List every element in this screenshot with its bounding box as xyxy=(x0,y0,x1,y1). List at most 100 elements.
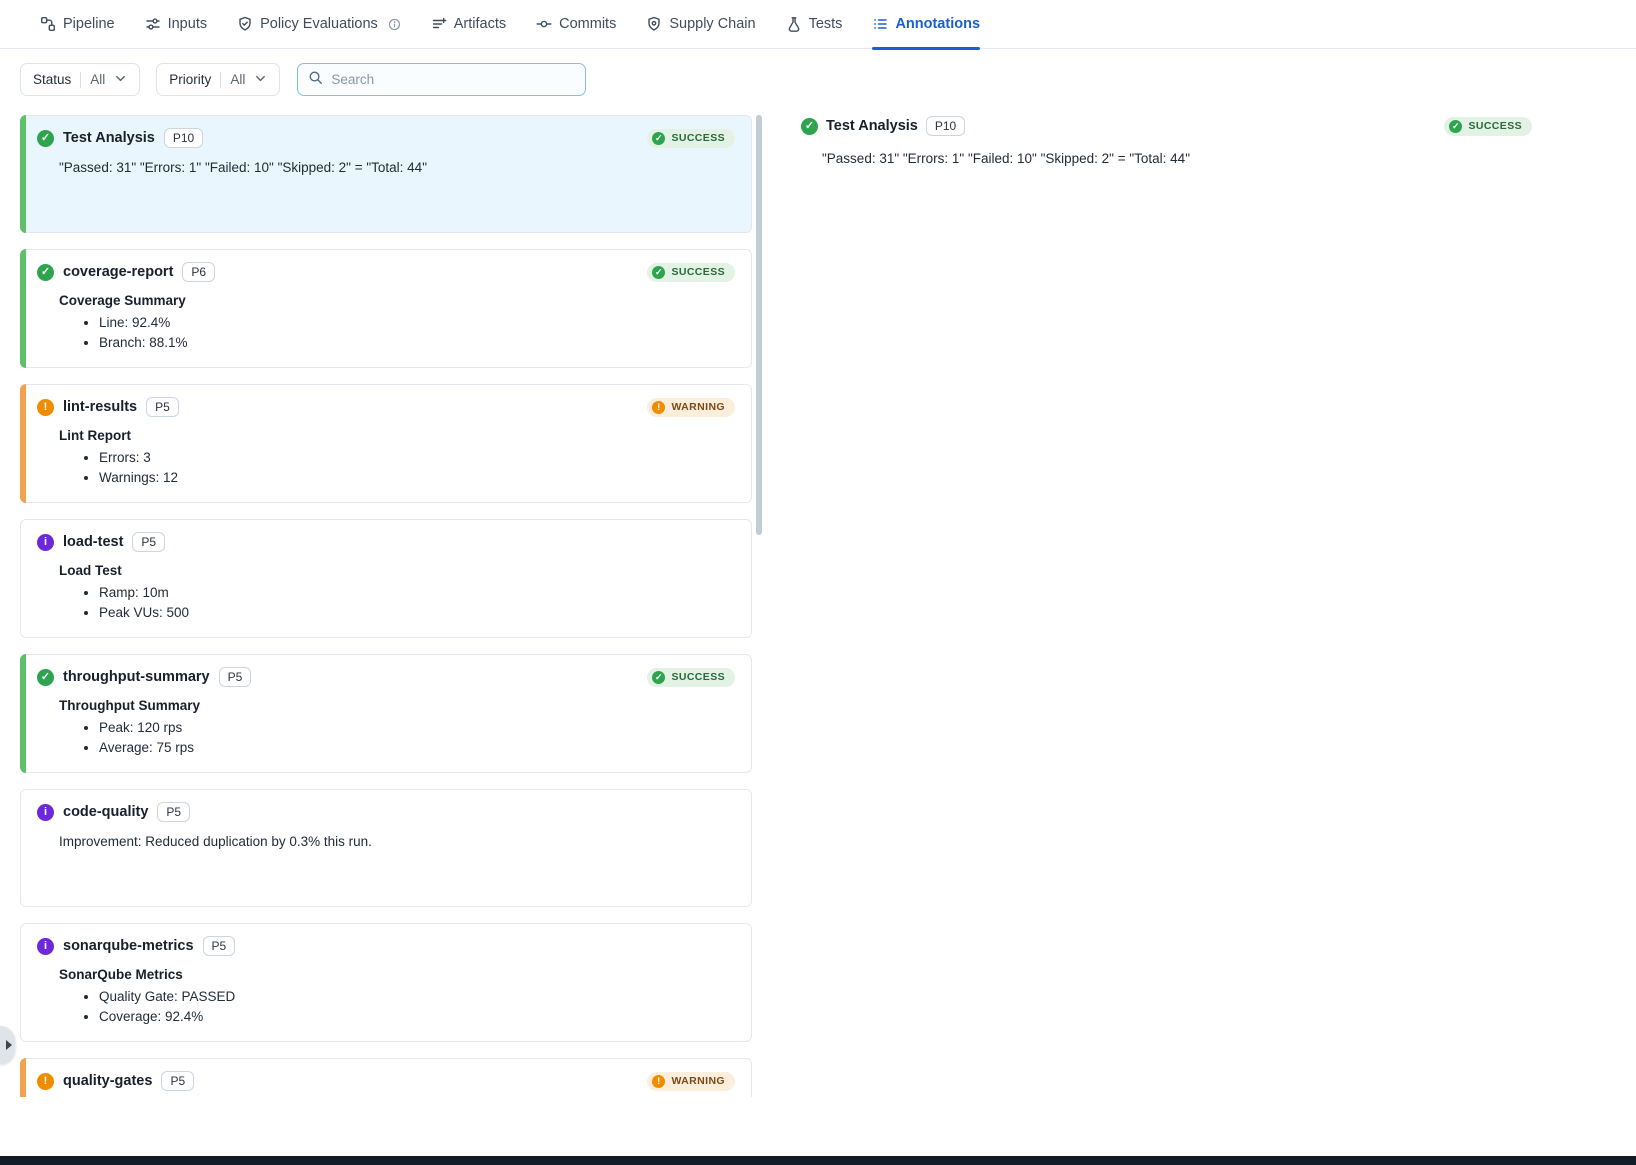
status-badge-label: SUCCESS xyxy=(671,132,725,144)
search-input[interactable] xyxy=(331,72,575,87)
annotation-card-header: ! quality-gates P5 ! WARNING xyxy=(37,1071,735,1091)
annotation-card[interactable]: ! quality-gates P5 ! WARNING Quality Gat… xyxy=(20,1058,752,1097)
annotation-card[interactable]: i code-quality P5 Improvement: Reduced d… xyxy=(20,789,752,907)
annotation-status-icon: i xyxy=(37,804,54,821)
status-badge: ✓ SUCCESS xyxy=(647,668,735,687)
tab-label: Pipeline xyxy=(63,16,115,32)
status-badge-label: WARNING xyxy=(671,401,725,413)
bullet-item: Errors: 3 xyxy=(99,450,735,465)
tab-annotations[interactable]: Annotations xyxy=(872,0,980,49)
list-scrollbar-track xyxy=(756,115,762,1097)
annotation-card-header: ✓ coverage-report P6 ✓ SUCCESS xyxy=(37,262,735,282)
priority-filter-dropdown[interactable]: Priority All xyxy=(156,63,280,96)
status-filter-dropdown[interactable]: Status All xyxy=(20,63,140,96)
annotation-bullets: Quality Gate: PASSED Coverage: 92.4% xyxy=(59,989,735,1024)
status-filter-label: Status xyxy=(33,72,71,87)
priority-chip: P5 xyxy=(157,802,190,822)
tab-policy-evaluations[interactable]: Policy Evaluations xyxy=(237,0,401,49)
annotation-card-body: "Passed: 31" "Errors: 1" "Failed: 10" "S… xyxy=(59,159,735,178)
tab-tests[interactable]: Tests xyxy=(786,0,843,49)
priority-chip: P5 xyxy=(219,667,252,687)
annotation-title: code-quality xyxy=(63,804,148,820)
status-badge-icon: ! xyxy=(652,401,665,414)
priority-chip: P5 xyxy=(161,1071,194,1091)
bullet-item: Warnings: 12 xyxy=(99,470,735,485)
divider xyxy=(80,72,81,88)
priority-chip: P5 xyxy=(203,936,236,956)
annotation-card-body: SonarQube Metrics Quality Gate: PASSED Co… xyxy=(59,967,735,1024)
sidebar-expand-button[interactable] xyxy=(0,1026,15,1064)
annotation-body-text: Improvement: Reduced duplication by 0.3%… xyxy=(59,833,735,852)
bullet-item: Coverage: 92.4% xyxy=(99,1009,735,1024)
divider xyxy=(220,72,221,88)
annotation-title: load-test xyxy=(63,534,123,550)
search-icon xyxy=(308,70,323,90)
annotation-card-header: ✓ Test Analysis P10 ✓ SUCCESS xyxy=(37,128,735,148)
status-badge-icon: ✓ xyxy=(652,671,665,684)
tab-label: Annotations xyxy=(895,16,980,32)
annotation-card-body: Lint Report Errors: 3 Warnings: 12 xyxy=(59,428,735,485)
priority-chip: P5 xyxy=(132,532,165,552)
tab-artifacts[interactable]: Artifacts xyxy=(431,0,506,49)
status-badge: ✓ SUCCESS xyxy=(647,129,735,148)
detail-priority-chip: P10 xyxy=(926,116,965,136)
annotation-title: lint-results xyxy=(63,399,137,415)
tab-label: Inputs xyxy=(168,16,208,32)
annotation-heading: Coverage Summary xyxy=(59,293,735,308)
annotation-title: quality-gates xyxy=(63,1073,152,1089)
tab-bar: Pipeline Inputs Policy Evaluations Artif… xyxy=(0,0,1636,49)
bullet-item: Peak VUs: 500 xyxy=(99,605,735,620)
tab-label: Supply Chain xyxy=(669,16,755,32)
detail-header: ✓ Test Analysis P10 ✓ SUCCESS xyxy=(785,116,1636,136)
annotation-body-text: "Passed: 31" "Errors: 1" "Failed: 10" "S… xyxy=(59,159,735,178)
status-badge: ✓ SUCCESS xyxy=(647,263,735,282)
bullet-item: Peak: 120 rps xyxy=(99,720,735,735)
annotation-status-icon: i xyxy=(37,534,54,551)
annotation-title: Test Analysis xyxy=(63,130,155,146)
supply-chain-icon xyxy=(646,16,662,32)
tab-label: Commits xyxy=(559,16,616,32)
annotation-card[interactable]: i load-test P5 Load Test Ramp: 10m Peak V… xyxy=(20,519,752,638)
annotation-bullets: Line: 92.4%Branch: 88.1% xyxy=(59,315,735,350)
annotation-card[interactable]: ! lint-results P5 ! WARNING Lint Report … xyxy=(20,384,752,503)
chevron-down-icon xyxy=(114,72,127,88)
detail-status-badge-label: SUCCESS xyxy=(1468,120,1522,132)
status-badge: ! WARNING xyxy=(647,398,735,417)
annotation-card-header: ! lint-results P5 ! WARNING xyxy=(37,397,735,417)
tab-supply-chain[interactable]: Supply Chain xyxy=(646,0,755,49)
annotation-heading: Load Test xyxy=(59,563,735,578)
annotation-card-header: ✓ throughput-summary P5 ✓ SUCCESS xyxy=(37,667,735,687)
annotation-card[interactable]: i sonarqube-metrics P5 SonarQube Metrics… xyxy=(20,923,752,1042)
bullet-item: Ramp: 10m xyxy=(99,585,735,600)
annotation-heading: Lint Report xyxy=(59,428,735,443)
commits-icon xyxy=(536,16,552,32)
tab-inputs[interactable]: Inputs xyxy=(145,0,208,49)
tab-pipeline[interactable]: Pipeline xyxy=(40,0,115,49)
annotation-card[interactable]: ✓ coverage-report P6 ✓ SUCCESS Coverage … xyxy=(20,249,752,368)
annotation-status-icon: ! xyxy=(37,1073,54,1090)
annotation-title: throughput-summary xyxy=(63,669,210,685)
annotation-card[interactable]: ✓ throughput-summary P5 ✓ SUCCESS Throug… xyxy=(20,654,752,773)
filter-bar: Status All Priority All xyxy=(20,63,586,96)
annotation-bullets: Errors: 3 Warnings: 12 xyxy=(59,450,735,485)
annotation-heading: Throughput Summary xyxy=(59,698,735,713)
annotation-status-icon: ✓ xyxy=(37,669,54,686)
status-badge-icon: ! xyxy=(652,1075,665,1088)
annotation-card-body: Load Test Ramp: 10m Peak VUs: 500 xyxy=(59,563,735,620)
tests-icon xyxy=(786,16,802,32)
annotation-bullets: Ramp: 10m Peak VUs: 500 xyxy=(59,585,735,620)
annotation-card[interactable]: ✓ Test Analysis P10 ✓ SUCCESS "Passed: 3… xyxy=(20,115,752,233)
list-scrollbar-thumb[interactable] xyxy=(756,115,762,535)
annotation-title: sonarqube-metrics xyxy=(63,938,194,954)
inputs-icon xyxy=(145,16,161,32)
annotation-status-icon: ✓ xyxy=(37,264,54,281)
tab-commits[interactable]: Commits xyxy=(536,0,616,49)
bullet-item: Quality Gate: PASSED xyxy=(99,989,735,1004)
annotation-list: ✓ Test Analysis P10 ✓ SUCCESS "Passed: 3… xyxy=(20,115,752,1097)
artifacts-icon xyxy=(431,16,447,32)
annotation-heading: SonarQube Metrics xyxy=(59,967,735,982)
annotation-detail-panel: ✓ Test Analysis P10 ✓ SUCCESS "Passed: 3… xyxy=(785,116,1636,169)
annotation-bullets: Peak: 120 rpsAverage: 75 rps xyxy=(59,720,735,755)
annotation-card-body: Throughput Summary Peak: 120 rpsAverage:… xyxy=(59,698,735,755)
tab-label: Tests xyxy=(809,16,843,32)
